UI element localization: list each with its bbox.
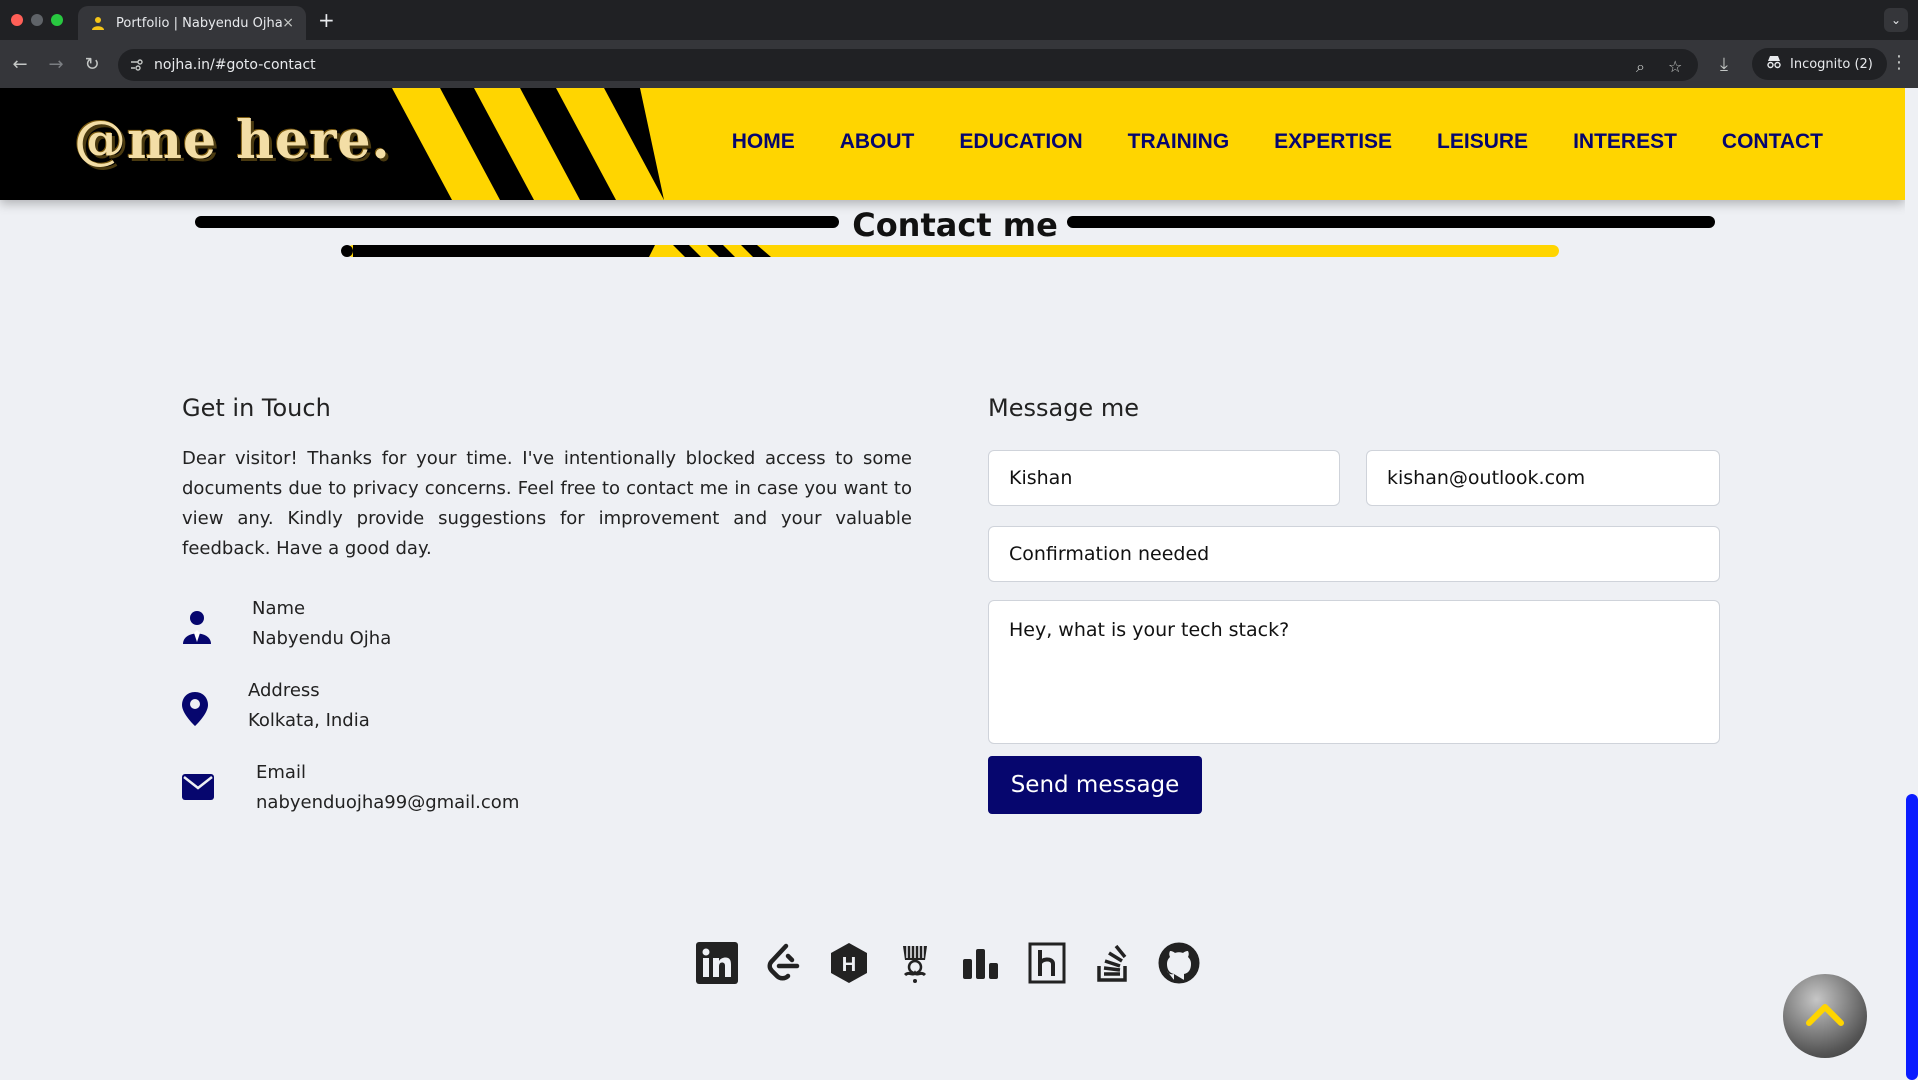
close-window-button[interactable] <box>11 14 23 26</box>
main-nav: HOME ABOUT EDUCATION TRAINING EXPERTISE … <box>732 130 1823 154</box>
contact-email-label: Email <box>256 762 306 783</box>
nav-training[interactable]: TRAINING <box>1128 130 1230 154</box>
message-form: Message me Kishan kishan@outlook.com Con… <box>988 394 1720 814</box>
message-form-heading: Message me <box>988 394 1139 422</box>
nav-education[interactable]: EDUCATION <box>959 130 1082 154</box>
incognito-icon <box>1766 55 1782 73</box>
get-in-touch-message: Dear visitor! Thanks for your time. I've… <box>182 448 912 559</box>
contact-name-row: Name Nabyendu Ojha <box>182 598 912 680</box>
contact-address-label: Address <box>248 680 320 701</box>
back-arrow-icon[interactable]: ← <box>8 52 32 76</box>
nav-home[interactable]: HOME <box>732 130 795 154</box>
browser-tab[interactable]: Portfolio | Nabyendu Ojha × <box>78 6 306 40</box>
leetcode-icon[interactable] <box>762 942 804 984</box>
browser-menu-icon[interactable]: ⋮ <box>1890 52 1908 73</box>
name-input[interactable]: Kishan <box>988 450 1340 506</box>
nav-contact[interactable]: CONTACT <box>1722 130 1823 154</box>
minimize-window-button[interactable] <box>31 14 43 26</box>
social-links: H <box>696 942 1200 984</box>
incognito-label: Incognito (2) <box>1790 56 1873 72</box>
svg-text:H: H <box>842 954 856 976</box>
nav-leisure[interactable]: LEISURE <box>1437 130 1528 154</box>
page-viewport: @me here. HOME ABOUT EDUCATION TRAINING … <box>0 88 1918 1080</box>
stackoverflow-icon[interactable] <box>1092 942 1134 984</box>
envelope-icon <box>182 774 214 806</box>
forward-arrow-icon[interactable]: → <box>44 52 68 76</box>
browser-tab-bar: Portfolio | Nabyendu Ojha × + ⌄ <box>0 0 1918 40</box>
contact-email-row: Email nabyenduojha99@gmail.com <box>182 762 912 844</box>
github-icon[interactable] <box>1158 942 1200 984</box>
scroll-to-top-button[interactable] <box>1783 974 1867 1058</box>
contact-email-value[interactable]: nabyenduojha99@gmail.com <box>256 792 519 813</box>
site-logo[interactable]: @me here. <box>74 110 391 171</box>
get-in-touch-panel: Get in Touch Dear visitor! Thanks for yo… <box>182 394 912 844</box>
reload-icon[interactable]: ↻ <box>80 52 104 76</box>
section-title-block: Contact me <box>195 206 1715 276</box>
email-input[interactable]: kishan@outlook.com <box>1366 450 1720 506</box>
hackerrank-icon[interactable] <box>1026 942 1068 984</box>
message-textarea[interactable]: Hey, what is your tech stack? <box>988 600 1720 744</box>
codeforces-icon[interactable] <box>960 942 1002 984</box>
contact-name-label: Name <box>252 598 306 619</box>
new-tab-button[interactable]: + <box>318 8 335 32</box>
get-in-touch-heading: Get in Touch <box>182 394 331 422</box>
subject-input[interactable]: Confirmation needed <box>988 526 1720 582</box>
tab-close-icon[interactable]: × <box>282 15 294 31</box>
section-title: Contact me <box>852 206 1058 244</box>
incognito-indicator[interactable]: Incognito (2) <box>1752 48 1887 80</box>
user-tie-icon <box>182 610 214 644</box>
nav-about[interactable]: ABOUT <box>840 130 915 154</box>
browser-toolbar: ← → ↻ nojha.in/#goto-contact ⌕ ☆ ⤓ Incog… <box>0 40 1918 88</box>
contact-name-value: Nabyendu Ojha <box>252 628 392 649</box>
linkedin-icon[interactable] <box>696 942 738 984</box>
contact-address-row: Address Kolkata, India <box>182 680 912 762</box>
scrollbar-thumb[interactable] <box>1906 794 1918 1080</box>
user-favicon-icon <box>90 15 106 31</box>
download-icon[interactable]: ⤓ <box>1712 52 1736 76</box>
hackerearth-icon[interactable]: H <box>828 942 870 984</box>
send-message-button[interactable]: Send message <box>988 756 1202 814</box>
address-bar[interactable]: nojha.in/#goto-contact ⌕ ☆ <box>118 49 1698 81</box>
nav-expertise[interactable]: EXPERTISE <box>1274 130 1392 154</box>
maximize-window-button[interactable] <box>51 14 63 26</box>
map-pin-icon <box>182 692 214 726</box>
codechef-icon[interactable] <box>894 942 936 984</box>
bookmark-star-icon[interactable]: ☆ <box>1668 57 1682 76</box>
site-info-icon[interactable] <box>128 57 144 73</box>
tab-title: Portfolio | Nabyendu Ojha <box>116 15 283 31</box>
tab-search-chevron-icon[interactable]: ⌄ <box>1884 8 1908 32</box>
nav-interest[interactable]: INTEREST <box>1573 130 1677 154</box>
zoom-icon[interactable]: ⌕ <box>1636 57 1645 77</box>
url-text: nojha.in/#goto-contact <box>154 57 316 73</box>
chevron-up-icon <box>1805 1001 1845 1031</box>
site-header: @me here. HOME ABOUT EDUCATION TRAINING … <box>0 88 1905 200</box>
contact-address-value: Kolkata, India <box>248 710 370 731</box>
